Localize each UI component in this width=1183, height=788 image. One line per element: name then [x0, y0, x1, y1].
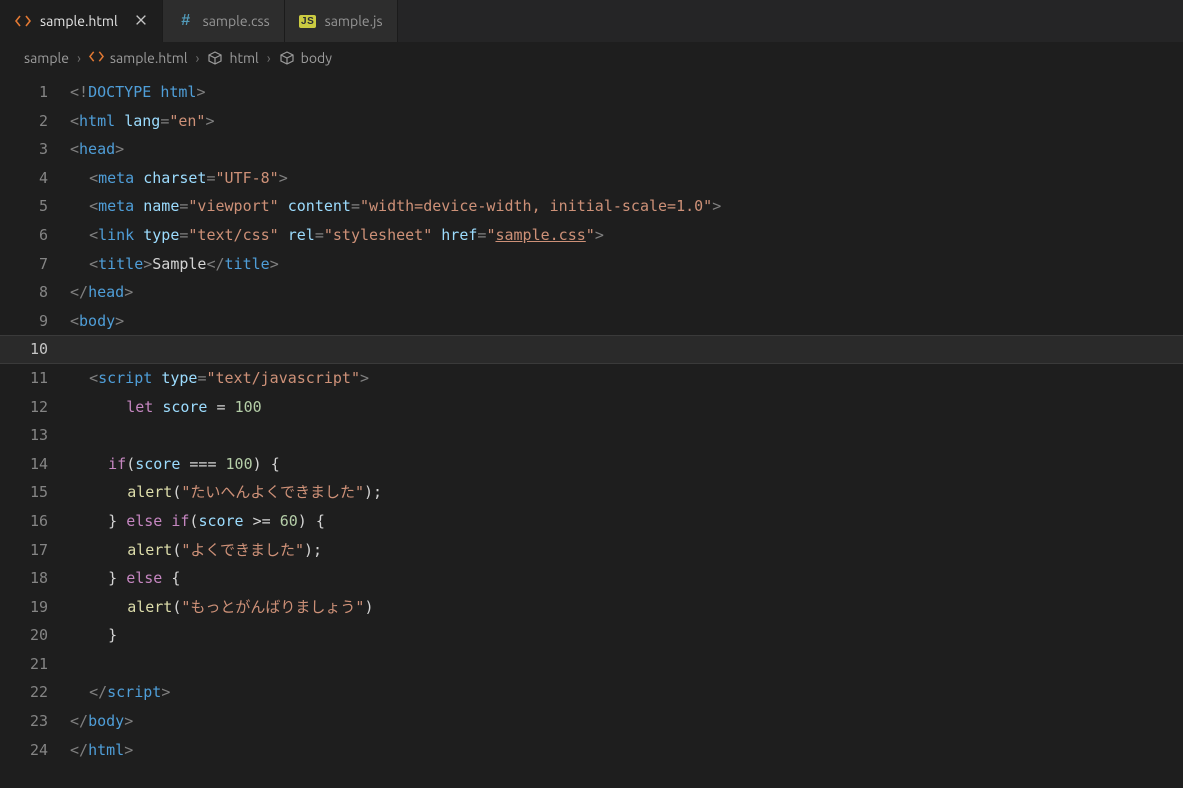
breadcrumb-item[interactable]: body — [279, 50, 332, 66]
code-line: <!DOCTYPE html> — [70, 78, 1183, 107]
code-line — [70, 650, 1183, 679]
code-line: <link type="text/css" rel="stylesheet" h… — [70, 221, 1183, 250]
line-number: 15 — [0, 478, 70, 507]
breadcrumb: sample › sample.html › html › body — [0, 42, 1183, 74]
chevron-right-icon: › — [267, 50, 271, 66]
code-line: </script> — [70, 678, 1183, 707]
tab-sample-js[interactable]: JS sample.js — [285, 0, 398, 42]
code-line — [70, 421, 1183, 450]
line-number: 7 — [0, 250, 70, 279]
code-line: </body> — [70, 707, 1183, 736]
line-number: 5 — [0, 192, 70, 221]
line-number: 16 — [0, 507, 70, 536]
breadcrumb-label: html — [229, 50, 258, 66]
line-number: 4 — [0, 164, 70, 193]
close-icon[interactable] — [134, 13, 148, 29]
line-number: 20 — [0, 621, 70, 650]
line-number: 17 — [0, 536, 70, 565]
line-number: 19 — [0, 593, 70, 622]
code-line: </head> — [70, 278, 1183, 307]
code-line: <title>Sample</title> — [70, 250, 1183, 279]
breadcrumb-label: sample.html — [110, 50, 188, 66]
css-file-icon: # — [177, 12, 195, 30]
js-file-icon: JS — [299, 12, 317, 30]
code-line: alert("たいへんよくできました"); — [70, 478, 1183, 507]
code-editor[interactable]: 1 2 3 4 5 6 7 8 9 10 11 12 13 14 15 16 1… — [0, 74, 1183, 788]
line-number: 3 — [0, 135, 70, 164]
code-line: let score = 100 — [70, 393, 1183, 422]
code-line: } — [70, 621, 1183, 650]
line-number: 18 — [0, 564, 70, 593]
line-number: 11 — [0, 364, 70, 393]
line-number: 22 — [0, 678, 70, 707]
code-line: <body> — [70, 307, 1183, 336]
line-number: 6 — [0, 221, 70, 250]
code-line: <head> — [70, 135, 1183, 164]
code-line: <meta name="viewport" content="width=dev… — [70, 192, 1183, 221]
tab-label: sample.css — [203, 13, 270, 29]
tab-sample-css[interactable]: # sample.css — [163, 0, 285, 42]
html-file-icon — [14, 12, 32, 30]
chevron-right-icon: › — [77, 50, 81, 66]
html-file-icon — [89, 49, 104, 67]
tab-label: sample.js — [325, 13, 383, 29]
breadcrumb-item[interactable]: html — [207, 50, 258, 66]
line-number: 24 — [0, 736, 70, 765]
symbol-cube-icon — [279, 50, 295, 66]
chevron-right-icon: › — [196, 50, 200, 66]
line-number: 23 — [0, 707, 70, 736]
code-line: } else if(score >= 60) { — [70, 507, 1183, 536]
line-number-gutter: 1 2 3 4 5 6 7 8 9 10 11 12 13 14 15 16 1… — [0, 74, 70, 788]
code-line: <html lang="en"> — [70, 107, 1183, 136]
line-number: 13 — [0, 421, 70, 450]
code-line: alert("よくできました"); — [70, 536, 1183, 565]
line-number: 2 — [0, 107, 70, 136]
line-number: 9 — [0, 307, 70, 336]
symbol-cube-icon — [207, 50, 223, 66]
line-number: 14 — [0, 450, 70, 479]
line-number: 8 — [0, 278, 70, 307]
breadcrumb-label: body — [301, 50, 332, 66]
code-line: <script type="text/javascript"> — [70, 364, 1183, 393]
breadcrumb-item[interactable]: sample — [24, 50, 69, 66]
tab-label: sample.html — [40, 13, 118, 29]
breadcrumb-item[interactable]: sample.html — [89, 49, 188, 67]
code-line: </html> — [70, 736, 1183, 765]
active-line-highlight — [0, 335, 1183, 364]
line-number: 10 — [0, 335, 70, 364]
code-content[interactable]: <!DOCTYPE html> <html lang="en"> <head> … — [70, 74, 1183, 788]
tab-bar: sample.html # sample.css JS sample.js — [0, 0, 1183, 42]
breadcrumb-label: sample — [24, 50, 69, 66]
tab-sample-html[interactable]: sample.html — [0, 0, 163, 42]
line-number: 21 — [0, 650, 70, 679]
line-number: 12 — [0, 393, 70, 422]
code-line: if(score === 100) { — [70, 450, 1183, 479]
code-line: } else { — [70, 564, 1183, 593]
code-line: <meta charset="UTF-8"> — [70, 164, 1183, 193]
code-line: alert("もっとがんばりましょう") — [70, 593, 1183, 622]
line-number: 1 — [0, 78, 70, 107]
